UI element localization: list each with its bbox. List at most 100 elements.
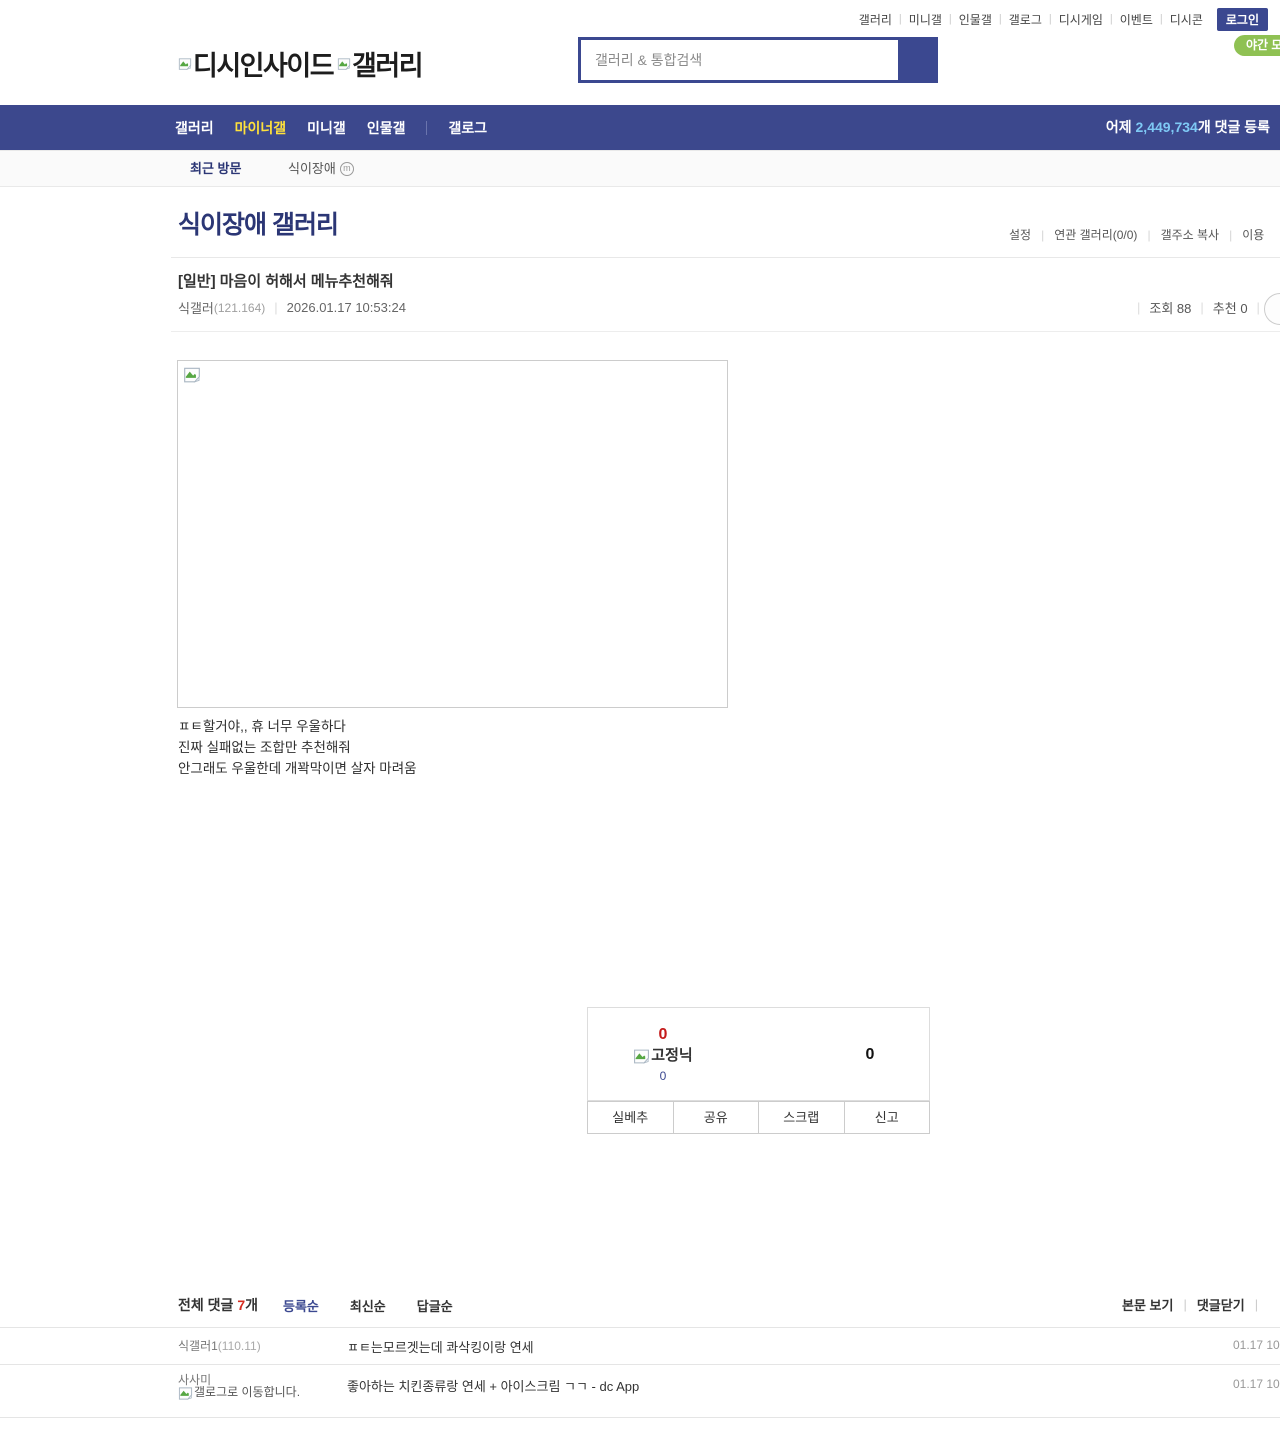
comments-header-right: 본문 보기 | 댓글닫기 | bbox=[1122, 1295, 1268, 1314]
post-views: 조회 88 bbox=[1149, 301, 1192, 316]
login-button[interactable]: 로그인 bbox=[1216, 7, 1268, 31]
sort-registered-tab[interactable]: 등록순 bbox=[283, 1296, 319, 1315]
sort-replies-tab[interactable]: 답글순 bbox=[417, 1296, 453, 1315]
divider: | bbox=[1048, 13, 1052, 25]
comment-row: 사사미 갤로그로 이동합니다. 좋아하는 치킨종류랑 연세 + 아이스크림 ㄱㄱ… bbox=[0, 1364, 1280, 1418]
comment-date: 01.17 10 bbox=[1233, 1377, 1280, 1391]
divider: | bbox=[274, 300, 278, 315]
comments-total: 전체 댓글 7개 bbox=[178, 1295, 258, 1315]
comment-date: 01.17 10 bbox=[1233, 1338, 1280, 1352]
recent-visit-label[interactable]: 최근 방문 bbox=[190, 151, 241, 186]
nav-items: 갤러리 마이너갤 미니갤 인물갤 갤로그 bbox=[175, 105, 508, 150]
post-body-line: ㅍㅌ할거야,, 휴 너무 우울하다 bbox=[178, 719, 346, 734]
divider: | bbox=[1256, 300, 1260, 315]
broken-image-icon bbox=[178, 1386, 193, 1404]
divider: | bbox=[898, 13, 902, 25]
divider bbox=[426, 120, 428, 135]
post-title-text: 마음이 허해서 메뉴추천해줘 bbox=[215, 273, 394, 290]
logo-text-primary: 디시인사이드 bbox=[193, 51, 335, 81]
divider bbox=[171, 257, 1280, 258]
search-button[interactable] bbox=[898, 37, 938, 83]
top-link-gallery[interactable]: 갤러리 bbox=[859, 11, 892, 28]
stats-prefix: 어제 bbox=[1105, 119, 1136, 135]
view-post-link[interactable]: 본문 보기 bbox=[1122, 1295, 1173, 1314]
close-comments-link[interactable]: 댓글닫기 bbox=[1197, 1295, 1245, 1314]
fixed-nick-label: 고정닉 bbox=[651, 1047, 693, 1064]
post-author[interactable]: 식갤러 bbox=[178, 298, 214, 317]
top-utility-bar: 갤러리 | 미니갤 | 인물갤 | 갤로그 | 디시게임 | 이벤트 | 디시콘 로그인 bbox=[859, 7, 1280, 31]
comment-author[interactable]: 식갤러1(110.11) bbox=[178, 1337, 261, 1354]
divider: | bbox=[998, 13, 1002, 25]
usage-guide-link[interactable]: 이용 bbox=[1242, 226, 1264, 243]
nav-persongal[interactable]: 인물갤 bbox=[367, 118, 406, 138]
comments-total-count: 7 bbox=[237, 1297, 246, 1313]
upvote-area[interactable]: 0 고정닉 0 bbox=[618, 1026, 708, 1084]
post-likes: 추천 0 bbox=[1212, 301, 1248, 316]
dcinside-gallery-page: 갤러리 | 미니갤 | 인물갤 | 갤로그 | 디시게임 | 이벤트 | 디시콘 로그인 야… bbox=[0, 0, 1280, 1429]
downvote-count[interactable]: 0 bbox=[850, 1046, 890, 1064]
nav-minorgal-active[interactable]: 마이너갤 bbox=[235, 118, 287, 138]
fixed-nick-count: 0 bbox=[659, 1069, 667, 1083]
divider bbox=[171, 331, 1280, 332]
sort-newest-tab[interactable]: 최신순 bbox=[350, 1296, 386, 1315]
divider: | bbox=[1147, 227, 1151, 242]
scrap-button[interactable]: 스크랩 bbox=[758, 1101, 845, 1134]
divider: | bbox=[1183, 1297, 1187, 1312]
broken-image-icon bbox=[633, 1048, 650, 1065]
post-body: ㅍㅌ할거야,, 휴 너무 우울하다 진짜 실패없는 조합만 추천해줘 안그래도 … bbox=[178, 716, 417, 779]
broken-image-icon bbox=[183, 366, 201, 389]
nav-minigal[interactable]: 미니갤 bbox=[307, 118, 346, 138]
upvote-count: 0 bbox=[658, 1026, 668, 1043]
site-logo[interactable]: 디시인사이드 갤러리 bbox=[178, 44, 424, 83]
post-body-line: 안그래도 우울한데 개꽉막이면 살자 마려움 bbox=[178, 761, 417, 776]
top-link-persongal[interactable]: 인물갤 bbox=[959, 11, 992, 28]
fixed-nick-row: 고정닉 bbox=[618, 1046, 708, 1066]
comment-author-ip: (110.11) bbox=[217, 1339, 261, 1353]
search-input[interactable]: 갤러리 & 통합검색 bbox=[581, 40, 898, 80]
vote-box: 0 고정닉 0 0 bbox=[587, 1007, 930, 1101]
comment-author-name: 식갤러1 bbox=[178, 1339, 218, 1353]
post-meta-left: 식갤러 (121.164) | 2026.01.17 10:53:24 bbox=[178, 298, 406, 317]
stats-count: 2,449,734 bbox=[1135, 119, 1198, 135]
settings-link[interactable]: 설정 bbox=[1009, 226, 1031, 243]
divider: | bbox=[1159, 13, 1163, 25]
divider: | bbox=[1137, 300, 1141, 315]
divider: | bbox=[948, 13, 952, 25]
divider: | bbox=[1041, 227, 1045, 242]
stats-suffix: 개 댓글 등록 bbox=[1197, 119, 1270, 135]
top-link-gallog[interactable]: 갤로그 bbox=[1009, 11, 1042, 28]
report-button[interactable]: 신고 bbox=[843, 1101, 930, 1134]
broken-image-icon bbox=[337, 47, 351, 78]
share-button[interactable]: 공유 bbox=[672, 1101, 759, 1134]
related-galleries-link[interactable]: 연관 갤러리(0/0) bbox=[1054, 226, 1137, 243]
divider: | bbox=[1109, 13, 1113, 25]
nav-gallery[interactable]: 갤러리 bbox=[175, 118, 214, 138]
copy-url-link[interactable]: 갤주소 복사 bbox=[1161, 226, 1220, 243]
top-link-dccon[interactable]: 디시콘 bbox=[1170, 11, 1203, 28]
top-link-event[interactable]: 이벤트 bbox=[1120, 11, 1153, 28]
comment-stats: 어제 2,449,734개 댓글 등록 bbox=[1106, 105, 1270, 150]
post-category: [일반] bbox=[178, 273, 216, 290]
gallery-title[interactable]: 식이장애 갤러리 bbox=[178, 205, 339, 241]
minor-gallery-icon: m bbox=[339, 161, 354, 176]
top-link-minigal[interactable]: 미니갤 bbox=[909, 11, 942, 28]
gallog-link[interactable]: 갤로그로 이동합니다. bbox=[178, 1385, 310, 1404]
post-author-ip: (121.164) bbox=[213, 300, 266, 315]
top-link-dcgame[interactable]: 디시게임 bbox=[1059, 11, 1103, 28]
recent-gallery-name: 식이장애 bbox=[288, 161, 336, 176]
comments-total-suffix: 개 bbox=[245, 1297, 258, 1313]
comments-total-label: 전체 댓글 bbox=[178, 1297, 238, 1313]
post-title: [일반] 마음이 허해서 메뉴추천해줘 bbox=[178, 270, 394, 291]
comment-row: 식갤러1(110.11) ㅍㅌ는모르겟는데 콰삭킹이랑 연세 01.17 10 bbox=[0, 1327, 1280, 1364]
post-body-line: 진짜 실패없는 조합만 추천해줘 bbox=[178, 740, 351, 755]
divider: | bbox=[1200, 300, 1204, 315]
main-navbar: 갤러리 마이너갤 미니갤 인물갤 갤로그 어제 2,449,734개 댓글 등록 bbox=[0, 105, 1280, 150]
recent-visit-bar: 최근 방문 식이장애 m bbox=[0, 150, 1280, 187]
nav-gallog[interactable]: 갤로그 bbox=[448, 118, 487, 138]
search-box: 갤러리 & 통합검색 bbox=[578, 37, 938, 83]
recent-gallery-link[interactable]: 식이장애 m bbox=[288, 151, 354, 186]
post-meta-right: | 조회 88 | 추천 0 | bbox=[1128, 298, 1269, 317]
silbechu-button[interactable]: 실베추 bbox=[587, 1101, 674, 1134]
post-date: 2026.01.17 10:53:24 bbox=[286, 300, 406, 315]
night-mode-button[interactable]: 야간 모드 bbox=[1234, 35, 1280, 56]
